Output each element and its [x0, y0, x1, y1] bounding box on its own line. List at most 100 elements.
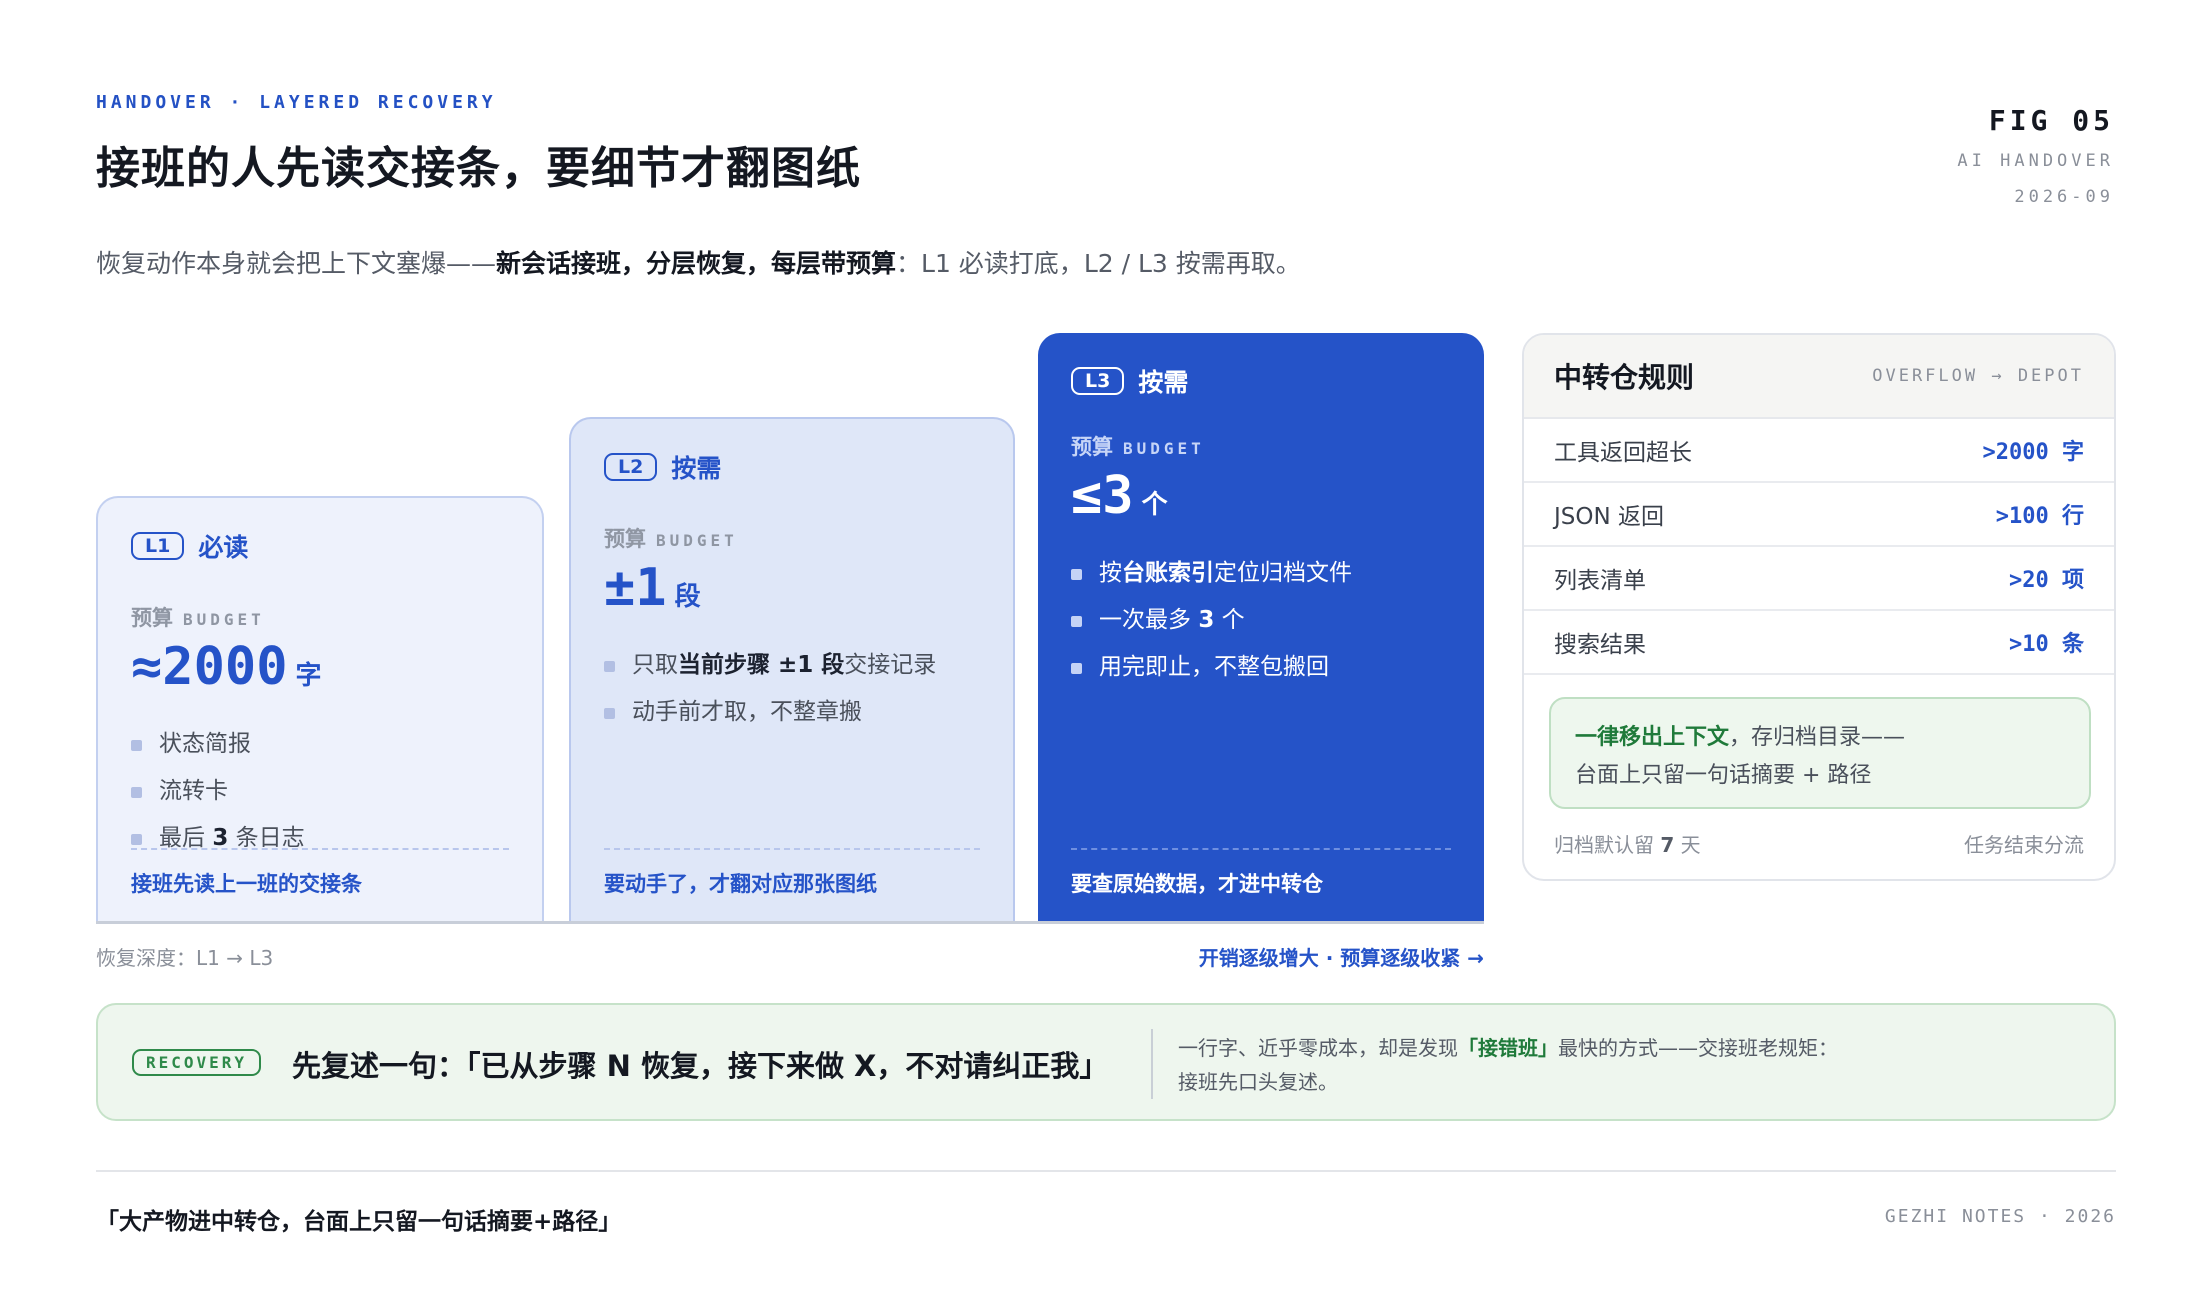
item-text: 状态简报 [159, 730, 251, 757]
budget-number: ≤3 [1071, 466, 1134, 526]
list-item: 用完即止，不整包搬回 [1071, 644, 1451, 691]
footer-divider [96, 1170, 2116, 1172]
note-bold: 一律移出上下文 [1575, 725, 1730, 750]
item-text-bold: 3 [1198, 606, 1215, 633]
budget-unit: 个 [1141, 490, 1168, 520]
list-item: 只取当前步骤 ±1 段交接记录 [604, 642, 980, 689]
depot-header: 中转仓规则 OVERFLOW → DEPOT [1524, 335, 2114, 419]
card-l3: L3 按需 预算 BUDGET ≤3 个 按台账索引定位归档文件 一次最多 3 个… [1038, 333, 1484, 922]
rule-value: >2000 字 [1982, 440, 2084, 465]
budget-unit: 段 [674, 582, 701, 612]
divider [1151, 1029, 1153, 1099]
retention-post: 天 [1674, 833, 1701, 857]
rule-row: 搜索结果 >10 条 [1524, 611, 2114, 675]
task-end-note: 任务结束分流 [1964, 833, 2084, 857]
note-line1: ，存归档目录—— [1729, 725, 1906, 750]
note-line2: 台面上只留一句话摘要 + 路径 [1575, 763, 1872, 788]
rule-key: 工具返回超长 [1554, 440, 1692, 466]
item-text-pre: 一次最多 [1099, 606, 1199, 633]
card-title: 必读 [198, 533, 249, 562]
depot-panel: 中转仓规则 OVERFLOW → DEPOT 工具返回超长 >2000 字 JS… [1522, 333, 2116, 881]
eyebrow: HANDOVER · LAYERED RECOVERY [96, 92, 497, 113]
footer-note: GEZHI NOTES · 2026 [1884, 1206, 2116, 1227]
recovery-text-post: 最快的方式——交接班老规矩： [1558, 1036, 1838, 1060]
budget-value: ≤3 个 [1071, 469, 1451, 524]
rule-key: JSON 返回 [1554, 504, 1665, 530]
budget-label-en: BUDGET [183, 610, 265, 629]
budget-label: 预算 BUDGET [1071, 431, 1451, 461]
item-text: 动手前才取，不整章搬 [632, 698, 862, 725]
rule-key: 列表清单 [1554, 568, 1646, 594]
rule-value: >20 项 [2009, 568, 2084, 593]
item-text: 用完即止，不整包搬回 [1099, 653, 1329, 680]
budget-number: ≈2000 [131, 637, 288, 697]
depot-subtitle: OVERFLOW → DEPOT [1872, 366, 2084, 386]
item-text-pre: 最后 [159, 824, 213, 851]
budget-label-en: BUDGET [656, 531, 738, 550]
budget-value: ±1 段 [604, 561, 980, 616]
rule-row: 列表清单 >20 项 [1524, 547, 2114, 611]
recovery-text-bold: 「接错班」 [1458, 1036, 1558, 1060]
figure-subtitle: AI HANDOVER [1957, 151, 2114, 171]
item-text-bold: 台账索引 [1122, 559, 1214, 586]
rule-row: 工具返回超长 >2000 字 [1524, 419, 2114, 483]
item-text-post: 个 [1214, 606, 1245, 633]
depth-label: 恢复深度：L1 → L3 [96, 946, 274, 970]
level-badge: L1 [131, 532, 185, 560]
budget-label: 预算 BUDGET [604, 523, 980, 553]
card-l1: L1 必读 预算 BUDGET ≈2000 字 状态简报 流转卡 最后 3 条日志… [96, 496, 544, 922]
item-list: 按台账索引定位归档文件 一次最多 3 个 用完即止，不整包搬回 [1071, 550, 1451, 691]
retention-days: 7 [1660, 833, 1675, 857]
budget-label-cn: 预算 [131, 606, 173, 630]
list-item: 状态简报 [131, 721, 509, 768]
depot-note: 一律移出上下文，存归档目录—— 台面上只留一句话摘要 + 路径 [1549, 697, 2091, 809]
recovery-tag: RECOVERY [132, 1049, 262, 1076]
item-text-post: 定位归档文件 [1214, 559, 1352, 586]
subtitle-bold: 新会话接班，分层恢复，每层带预算 [496, 249, 897, 278]
list-item: 按台账索引定位归档文件 [1071, 550, 1451, 597]
budget-label-cn: 预算 [1071, 435, 1113, 459]
item-text-bold: 3 [212, 824, 229, 851]
list-item: 动手前才取，不整章搬 [604, 689, 980, 736]
page-title: 接班的人先读交接条，要细节才翻图纸 [96, 143, 861, 194]
budget-unit: 字 [295, 661, 322, 691]
recovery-quote: 先复述一句：「已从步骤 N 恢复，接下来做 X，不对请纠正我」 [292, 1049, 1109, 1083]
axis-baseline [96, 921, 1484, 924]
item-text-post: 条日志 [228, 824, 305, 851]
list-item: 流转卡 [131, 768, 509, 815]
trend-label: 开销逐级增大 · 预算逐级收紧 → [1198, 946, 1484, 970]
depot-title: 中转仓规则 [1554, 361, 1695, 394]
card-footer: 要查原始数据，才进中转仓 [1071, 848, 1451, 898]
card-footer: 要动手了，才翻对应那张图纸 [604, 848, 980, 898]
page-subtitle: 恢复动作本身就会把上下文塞爆——新会话接班，分层恢复，每层带预算：L1 必读打底… [96, 244, 1301, 280]
budget-number: ±1 [604, 558, 667, 618]
item-list: 只取当前步骤 ±1 段交接记录 动手前才取，不整章搬 [604, 642, 980, 736]
recovery-text: 一行字、近乎零成本，却是发现「接错班」最快的方式——交接班老规矩： 接班先口头复… [1178, 1031, 1978, 1099]
recovery-text-pre: 一行字、近乎零成本，却是发现 [1178, 1036, 1458, 1060]
footer-quote: 「大产物进中转仓，台面上只留一句话摘要+路径」 [96, 1209, 622, 1235]
rule-value: >10 条 [2009, 632, 2084, 657]
level-badge: L2 [604, 453, 658, 481]
card-footer: 接班先读上一班的交接条 [131, 848, 509, 898]
recovery-banner: RECOVERY 先复述一句：「已从步骤 N 恢复，接下来做 X，不对请纠正我」… [96, 1003, 2116, 1121]
item-text-bold: 当前步骤 ±1 段 [678, 651, 845, 678]
subtitle-pre: 恢复动作本身就会把上下文塞爆—— [96, 249, 497, 278]
rule-row: JSON 返回 >100 行 [1524, 483, 2114, 547]
rule-value: >100 行 [1995, 504, 2084, 529]
item-text: 流转卡 [159, 777, 228, 804]
level-badge: L3 [1071, 367, 1125, 395]
card-title: 按需 [671, 454, 722, 483]
retention-pre: 归档默认留 [1554, 833, 1661, 857]
depot-footer: 归档默认留 7 天 任务结束分流 [1554, 829, 2084, 858]
figure-date: 2026-09 [2014, 187, 2114, 207]
recovery-text-line2: 接班先口头复述。 [1178, 1070, 1338, 1094]
item-text-pre: 只取 [632, 651, 678, 678]
card-title: 按需 [1138, 368, 1189, 397]
list-item: 一次最多 3 个 [1071, 597, 1451, 644]
card-l2: L2 按需 预算 BUDGET ±1 段 只取当前步骤 ±1 段交接记录 动手前才… [569, 417, 1015, 922]
item-list: 状态简报 流转卡 最后 3 条日志 [131, 721, 509, 862]
figure-number: FIG 05 [1988, 104, 2114, 137]
budget-label-en: BUDGET [1123, 439, 1205, 458]
item-text-post: 交接记录 [844, 651, 937, 678]
budget-label: 预算 BUDGET [131, 602, 509, 632]
